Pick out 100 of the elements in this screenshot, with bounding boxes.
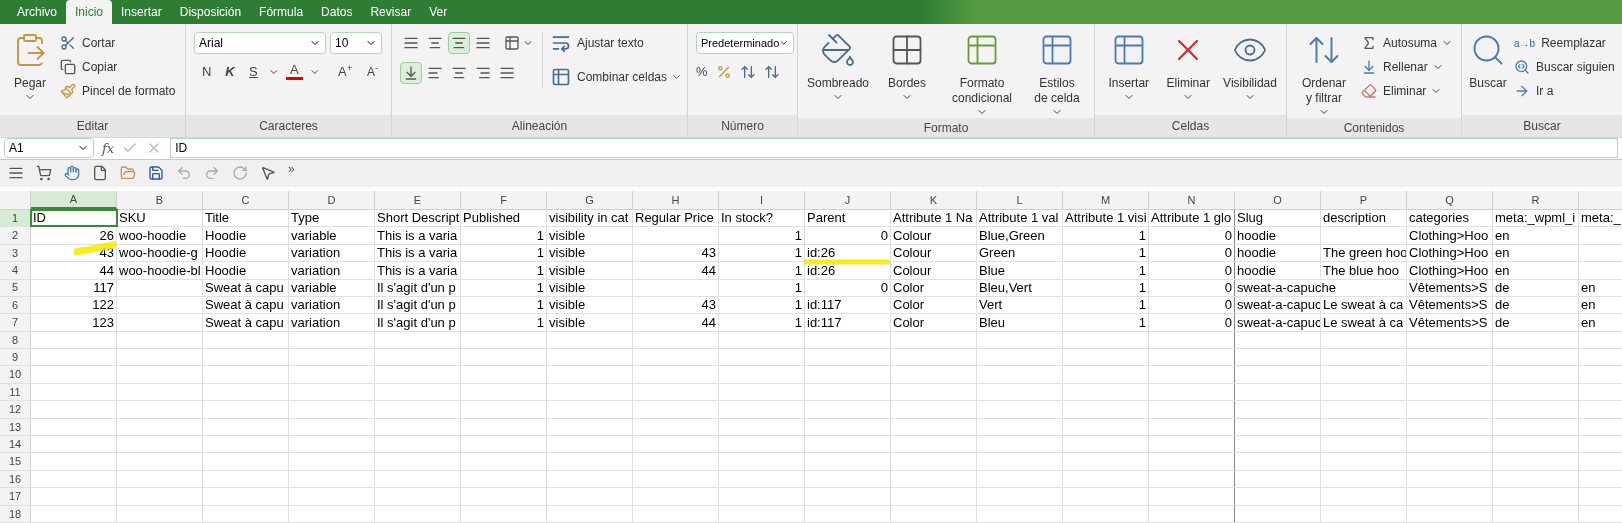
column-header[interactable]: B [117, 190, 203, 209]
row-header[interactable]: 12 [0, 401, 31, 418]
ribbon-button[interactable]: Rellenar [1360, 56, 1428, 78]
menu-tab[interactable]: Insertar [112, 0, 171, 24]
table-cell-text: Attribute 1 val [978, 209, 1060, 227]
row-header[interactable]: 9 [0, 349, 31, 366]
table-cell-text: Colour [892, 244, 933, 262]
ribbon-button[interactable]: Combinar celdas [551, 66, 668, 88]
font-color-button[interactable]: A [285, 63, 303, 81]
percent-button[interactable]: % [696, 62, 708, 82]
ribbon-button[interactable]: Ir a [1514, 80, 1615, 102]
column-header[interactable]: F [461, 190, 547, 209]
table-cell-text: 1 [1137, 227, 1147, 244]
ribbon-button[interactable]: Estilos de celda [1027, 32, 1086, 118]
row-header[interactable]: 14 [0, 436, 31, 453]
ribbon-button[interactable]: Buscar siguien [1514, 56, 1615, 78]
ribbon-button[interactable]: Eliminar [1162, 32, 1214, 103]
align-button[interactable] [448, 32, 470, 54]
column-header[interactable]: Q [1407, 190, 1493, 209]
ribbon-button[interactable]: Ajustar texto [551, 32, 682, 54]
align-icon [427, 65, 443, 81]
file-icon[interactable] [92, 165, 108, 182]
align-icon [475, 65, 491, 81]
column-header[interactable]: E [375, 190, 461, 209]
menu-tab[interactable]: Archivo [8, 0, 66, 24]
column-header[interactable]: H [633, 190, 719, 209]
ribbon-button[interactable]: Eliminar [1360, 80, 1427, 102]
bold-button[interactable]: N [198, 62, 216, 82]
ribbon-button[interactable]: Formato condicional [944, 32, 1020, 118]
table-cell-text: Color [892, 314, 926, 331]
more-button[interactable]: » [288, 160, 295, 179]
menu-tab[interactable]: Ver [420, 0, 457, 24]
italic-button[interactable]: K [221, 62, 239, 82]
ribbon-button[interactable]: Bordes [878, 32, 937, 103]
table-cell-text: SKU [118, 209, 147, 227]
underline-button[interactable]: S [244, 62, 263, 82]
shrink-font-button[interactable]: A$^{-}$ [361, 62, 384, 81]
row-header[interactable]: 4 [0, 262, 31, 279]
row-header[interactable]: 15 [0, 453, 31, 470]
table-cell-text: Clothing>Hoo [1408, 244, 1490, 262]
table-cell-text: Blue,Green [978, 227, 1046, 244]
column-header[interactable]: M [1063, 190, 1149, 209]
ribbon-button[interactable]: Buscar [1466, 32, 1510, 91]
column-header[interactable]: D [289, 190, 375, 209]
table-cell-text: 1 [1137, 262, 1147, 279]
column-header[interactable]: A [31, 190, 117, 209]
menu-tab[interactable]: Fórmula [250, 0, 313, 24]
pointer-icon[interactable] [260, 165, 276, 182]
arrow-icon [1514, 83, 1530, 99]
row-header[interactable]: 2 [0, 227, 31, 244]
ribbon-button[interactable]: Pegar [8, 32, 52, 103]
name-box[interactable]: A1 [4, 138, 94, 159]
column-header[interactable]: K [891, 190, 977, 209]
column-header[interactable]: J [805, 190, 891, 209]
column-header[interactable]: N [1149, 190, 1235, 209]
ribbon-button[interactable]: Autosuma [1360, 32, 1437, 54]
table-cell-text: 1 [1137, 314, 1147, 331]
column-header[interactable]: O [1235, 190, 1321, 209]
hand-icon[interactable] [64, 165, 80, 182]
column-header[interactable]: P [1321, 190, 1407, 209]
menu-tab[interactable]: Revisar [361, 0, 421, 24]
ribbon-button[interactable]: Ordenar y filtrar [1295, 32, 1353, 118]
font-size-field[interactable]: 10 [330, 32, 382, 54]
row-header[interactable]: 10 [0, 366, 31, 383]
table-cell-text: Vêtements>S [1408, 314, 1489, 331]
table-cell-text: Colour [892, 262, 933, 279]
row-header[interactable]: 7 [0, 314, 31, 331]
ribbon-button[interactable]: Visibilidad [1222, 32, 1278, 103]
ribbon-button[interactable]: Cortar [60, 32, 176, 54]
column-header[interactable]: R [1493, 190, 1579, 209]
ribbon-button[interactable]: Insertar [1103, 32, 1155, 103]
row-header[interactable]: 17 [0, 488, 31, 505]
column-header[interactable]: L [977, 190, 1063, 209]
ribbon-button[interactable]: Copiar [60, 56, 176, 78]
table-cell-text: Sweat à capu [204, 279, 285, 296]
table-cell-text: 0 [1223, 262, 1233, 279]
ribbon-button[interactable]: Pincel de formato [60, 80, 176, 102]
table-cell-text: This is a varia [376, 262, 459, 279]
column-header[interactable]: G [547, 190, 633, 209]
align-button[interactable] [400, 62, 422, 84]
column-header[interactable]: I [719, 190, 805, 209]
replace-button[interactable]: a→b Reemplazar [1514, 32, 1615, 54]
table-cell-text: 1 [793, 296, 803, 314]
column-header[interactable]: C [203, 190, 289, 209]
menu-tab[interactable]: Datos [312, 0, 362, 24]
ribbon-button[interactable]: Sombreado [806, 32, 870, 103]
table-cell-text: The blue hoo [1322, 262, 1400, 279]
number-format-field[interactable]: Predeterminado [696, 32, 794, 54]
grow-font-button[interactable]: A$^{+}$ [334, 62, 356, 82]
font-family-field[interactable]: Arial [194, 32, 326, 54]
formula-field[interactable]: ID [170, 138, 1618, 159]
table-cell-text: 1 [793, 244, 803, 262]
menu-tab[interactable]: Inicio [66, 0, 113, 24]
table-cell-text: meta:_wpml_i [1494, 209, 1577, 227]
save-icon[interactable] [148, 165, 164, 182]
cart-icon[interactable] [36, 165, 52, 182]
function-label[interactable]: fx [102, 138, 115, 159]
table-cell-text: Vêtements>S [1408, 279, 1489, 296]
table-cell-text: Blue [978, 262, 1007, 279]
menu-tab[interactable]: Disposición [170, 0, 251, 24]
